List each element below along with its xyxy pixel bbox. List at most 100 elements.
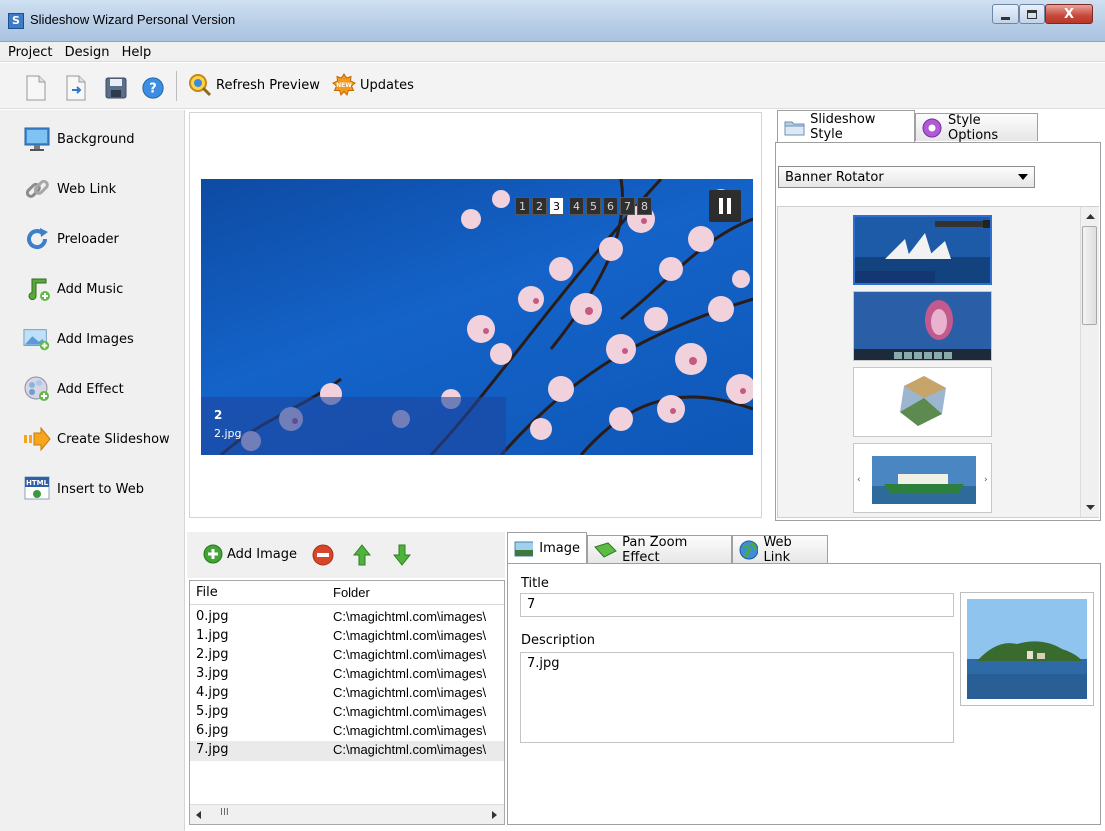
maximize-button[interactable]: [1019, 4, 1045, 24]
nav-web-link-label: Web Link: [57, 181, 117, 197]
pan-zoom-icon: [594, 541, 617, 558]
maximize-icon: [1027, 9, 1037, 19]
column-header-file[interactable]: File: [196, 585, 218, 600]
updates-button[interactable]: NEW Updates: [332, 73, 414, 97]
nav-create-slideshow-label: Create Slideshow: [57, 431, 170, 447]
slide-number-5[interactable]: 5: [586, 197, 601, 215]
svg-text:‹: ‹: [857, 475, 861, 485]
svg-text:HTML: HTML: [26, 479, 49, 487]
add-effect-icon: [23, 375, 51, 403]
scroll-down-icon: [1086, 505, 1095, 510]
table-row[interactable]: 4.jpg C:\magichtml.com\images\: [190, 685, 504, 705]
island-photo: [967, 599, 1087, 699]
app-icon: S: [8, 13, 24, 29]
tab-web-link[interactable]: Web Link: [732, 535, 828, 565]
folder-cell: C:\magichtml.com\images\: [333, 742, 487, 757]
refresh-arrow-icon: [23, 225, 51, 253]
folder-cell: C:\magichtml.com\images\: [333, 723, 487, 738]
tab-style-options-label: Style Options: [948, 112, 999, 143]
remove-red-icon[interactable]: [312, 544, 334, 566]
help-icon[interactable]: ?: [141, 75, 165, 101]
slide-number-2[interactable]: 2: [532, 197, 547, 215]
nav-create-slideshow[interactable]: Create Slideshow: [23, 424, 170, 454]
window-title: Slideshow Wizard Personal Version: [30, 12, 236, 27]
slide-number-8[interactable]: 8: [637, 197, 652, 215]
nav-web-link[interactable]: Web Link: [23, 174, 116, 204]
open-document-icon[interactable]: [64, 75, 88, 101]
slide-preview-image[interactable]: 1 2 3 4 5 6 7 8 2 2.jpg: [201, 179, 753, 455]
nav-insert-to-web[interactable]: HTML Insert to Web: [23, 474, 144, 504]
folder-cell: C:\magichtml.com\images\: [333, 628, 487, 643]
file-cell: 3.jpg: [196, 666, 229, 681]
menu-help[interactable]: Help: [118, 43, 156, 62]
table-row[interactable]: 2.jpg C:\magichtml.com\images\: [190, 647, 504, 667]
file-cell: 6.jpg: [196, 723, 229, 738]
title-bar: S Slideshow Wizard Personal Version X: [0, 0, 1105, 42]
nav-add-music[interactable]: Add Music: [23, 274, 123, 304]
svg-text:?: ?: [149, 82, 157, 97]
style-thumb-carousel[interactable]: ‹ ›: [853, 443, 992, 513]
caption-band: [201, 397, 506, 455]
new-document-icon[interactable]: [24, 75, 48, 101]
nav-preloader-label: Preloader: [57, 231, 119, 247]
save-icon[interactable]: [104, 75, 128, 101]
menu-design[interactable]: Design: [61, 43, 114, 62]
minimize-icon: [1001, 16, 1010, 20]
minimize-button[interactable]: [992, 4, 1019, 24]
gallery-scroll-thumb[interactable]: [1082, 226, 1097, 325]
slide-number-3[interactable]: 3: [549, 197, 564, 215]
table-row[interactable]: 1.jpg C:\magichtml.com\images\: [190, 628, 504, 648]
refresh-preview-button[interactable]: Refresh Preview: [188, 73, 320, 97]
menu-project[interactable]: Project: [4, 43, 56, 62]
gear-icon: [922, 118, 942, 137]
move-down-icon[interactable]: [393, 544, 411, 566]
svg-text:›: ›: [984, 475, 988, 485]
pause-button[interactable]: [709, 190, 741, 222]
file-list-header: File Folder: [190, 581, 504, 605]
table-row[interactable]: 0.jpg C:\magichtml.com\images\: [190, 609, 504, 629]
nav-add-effect[interactable]: Add Effect: [23, 374, 124, 404]
move-up-icon[interactable]: [353, 544, 371, 566]
nav-background[interactable]: Background: [23, 124, 135, 154]
nav-preloader[interactable]: Preloader: [23, 224, 119, 254]
style-thumb-magnolia[interactable]: [853, 291, 992, 361]
tab-pan-zoom-label: Pan Zoom Effect: [622, 534, 688, 565]
file-cell: 5.jpg: [196, 704, 229, 719]
tab-image[interactable]: Image: [507, 532, 587, 564]
file-list-hscrollbar[interactable]: III: [190, 804, 504, 824]
tab-slideshow-style[interactable]: Slideshow Style: [777, 110, 915, 142]
table-row-selected[interactable]: 7.jpg C:\magichtml.com\images\: [190, 741, 504, 761]
tab-pan-zoom-effect[interactable]: Pan Zoom Effect: [587, 534, 732, 565]
slide-number-6[interactable]: 6: [603, 197, 618, 215]
right-arrow-icon: [23, 425, 51, 453]
style-thumb-cube[interactable]: [853, 367, 992, 437]
style-select[interactable]: Banner Rotator: [778, 166, 1035, 188]
add-image-button[interactable]: Add Image: [203, 544, 297, 564]
slide-number-4[interactable]: 4: [569, 197, 584, 215]
slide-number-1[interactable]: 1: [515, 197, 530, 215]
table-row[interactable]: 5.jpg C:\magichtml.com\images\: [190, 704, 504, 724]
title-input[interactable]: 7: [520, 593, 954, 617]
style-thumb-banner-rotator[interactable]: [853, 215, 992, 285]
toolbar: ? Refresh Preview NEW Updates: [0, 63, 1105, 109]
file-cell: 7.jpg: [196, 742, 229, 757]
slide-number-7[interactable]: 7: [620, 197, 635, 215]
close-button[interactable]: X: [1045, 4, 1093, 24]
chevron-down-icon: [1018, 174, 1028, 180]
table-row[interactable]: 3.jpg C:\magichtml.com\images\: [190, 666, 504, 686]
file-cell: 1.jpg: [196, 628, 229, 643]
column-header-folder[interactable]: Folder: [333, 585, 370, 600]
nav-add-images[interactable]: Add Images: [23, 324, 134, 354]
description-textarea[interactable]: 7.jpg: [520, 652, 954, 743]
nav-add-effect-label: Add Effect: [57, 381, 124, 397]
tab-style-options[interactable]: Style Options: [915, 112, 1038, 143]
nav-add-images-label: Add Images: [57, 331, 134, 347]
add-green-icon: [203, 544, 223, 564]
refresh-preview-label: Refresh Preview: [216, 77, 320, 93]
cube-thumbnail: [854, 368, 991, 436]
scroll-right-icon: [492, 811, 497, 819]
table-row[interactable]: 6.jpg C:\magichtml.com\images\: [190, 723, 504, 743]
scroll-up-icon: [1086, 214, 1095, 219]
updates-label: Updates: [360, 77, 414, 93]
toolbar-separator: [176, 71, 177, 101]
